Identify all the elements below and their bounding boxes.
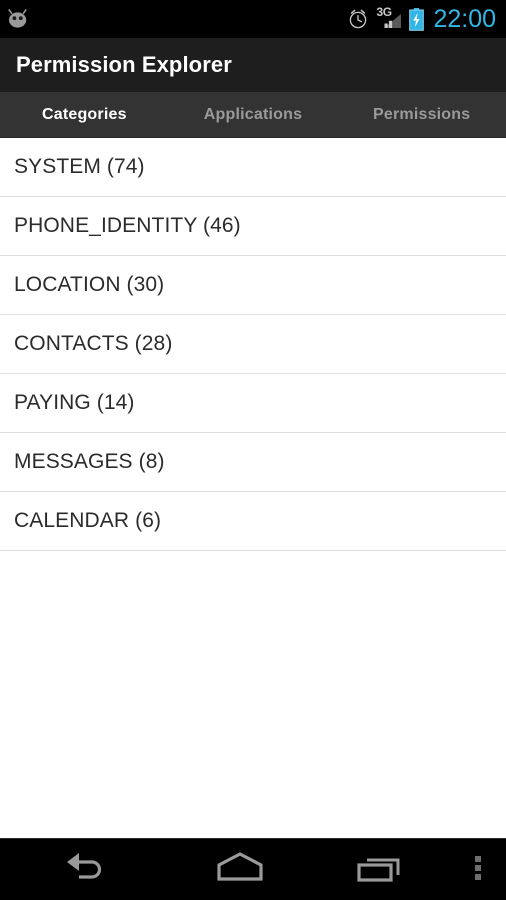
tab-permissions[interactable]: Permissions [337, 92, 506, 137]
list-item-label: MESSAGES (8) [14, 450, 165, 473]
nav-overflow-menu-button[interactable] [450, 839, 506, 900]
list-item[interactable]: SYSTEM (74) [0, 138, 506, 197]
status-bar-right: 3G 22:00 [347, 6, 496, 32]
status-bar-clock: 22:00 [433, 5, 496, 33]
tab-permissions-label: Permissions [373, 105, 471, 123]
tab-applications-label: Applications [203, 105, 303, 123]
nav-back-button[interactable] [0, 839, 170, 900]
recents-icon [354, 849, 406, 890]
list-item-label: CALENDAR (6) [14, 509, 162, 532]
list-item[interactable]: PHONE_IDENTITY (46) [0, 197, 506, 256]
tab-applications[interactable]: Applications [169, 92, 338, 137]
tab-categories-label: Categories [41, 105, 127, 123]
battery-charging-icon [409, 7, 425, 31]
list-item-label: CONTACTS (28) [14, 332, 173, 355]
status-bar: 3G 22:00 [0, 0, 506, 38]
app-title: Permission Explorer [16, 52, 232, 77]
status-bar-left [6, 9, 32, 29]
tab-bar: Categories Applications Permissions [0, 92, 506, 138]
list-item-label: PAYING (14) [14, 391, 135, 414]
list-item[interactable]: CALENDAR (6) [0, 492, 506, 551]
back-icon [59, 850, 111, 889]
nav-home-button[interactable] [170, 839, 310, 900]
list-item[interactable]: CONTACTS (28) [0, 315, 506, 374]
overflow-menu-icon [472, 850, 484, 889]
alarm-icon [347, 8, 369, 30]
list-item[interactable]: MESSAGES (8) [0, 433, 506, 492]
category-list: SYSTEM (74) PHONE_IDENTITY (46) LOCATION… [0, 138, 506, 838]
tab-categories[interactable]: Categories [0, 92, 169, 137]
list-item-label: PHONE_IDENTITY (46) [14, 214, 241, 237]
android-droid-icon [6, 9, 32, 29]
home-icon [212, 850, 268, 889]
list-item[interactable]: LOCATION (30) [0, 256, 506, 315]
list-item-label: SYSTEM (74) [14, 155, 145, 178]
navigation-bar [0, 838, 506, 900]
phone-screen: 3G 22:00 Permission Explorer Categories … [0, 0, 506, 900]
list-item-label: LOCATION (30) [14, 273, 165, 296]
list-item[interactable]: PAYING (14) [0, 374, 506, 433]
action-bar: Permission Explorer [0, 38, 506, 92]
nav-recents-button[interactable] [310, 839, 450, 900]
signal-3g-icon: 3G [376, 6, 402, 31]
